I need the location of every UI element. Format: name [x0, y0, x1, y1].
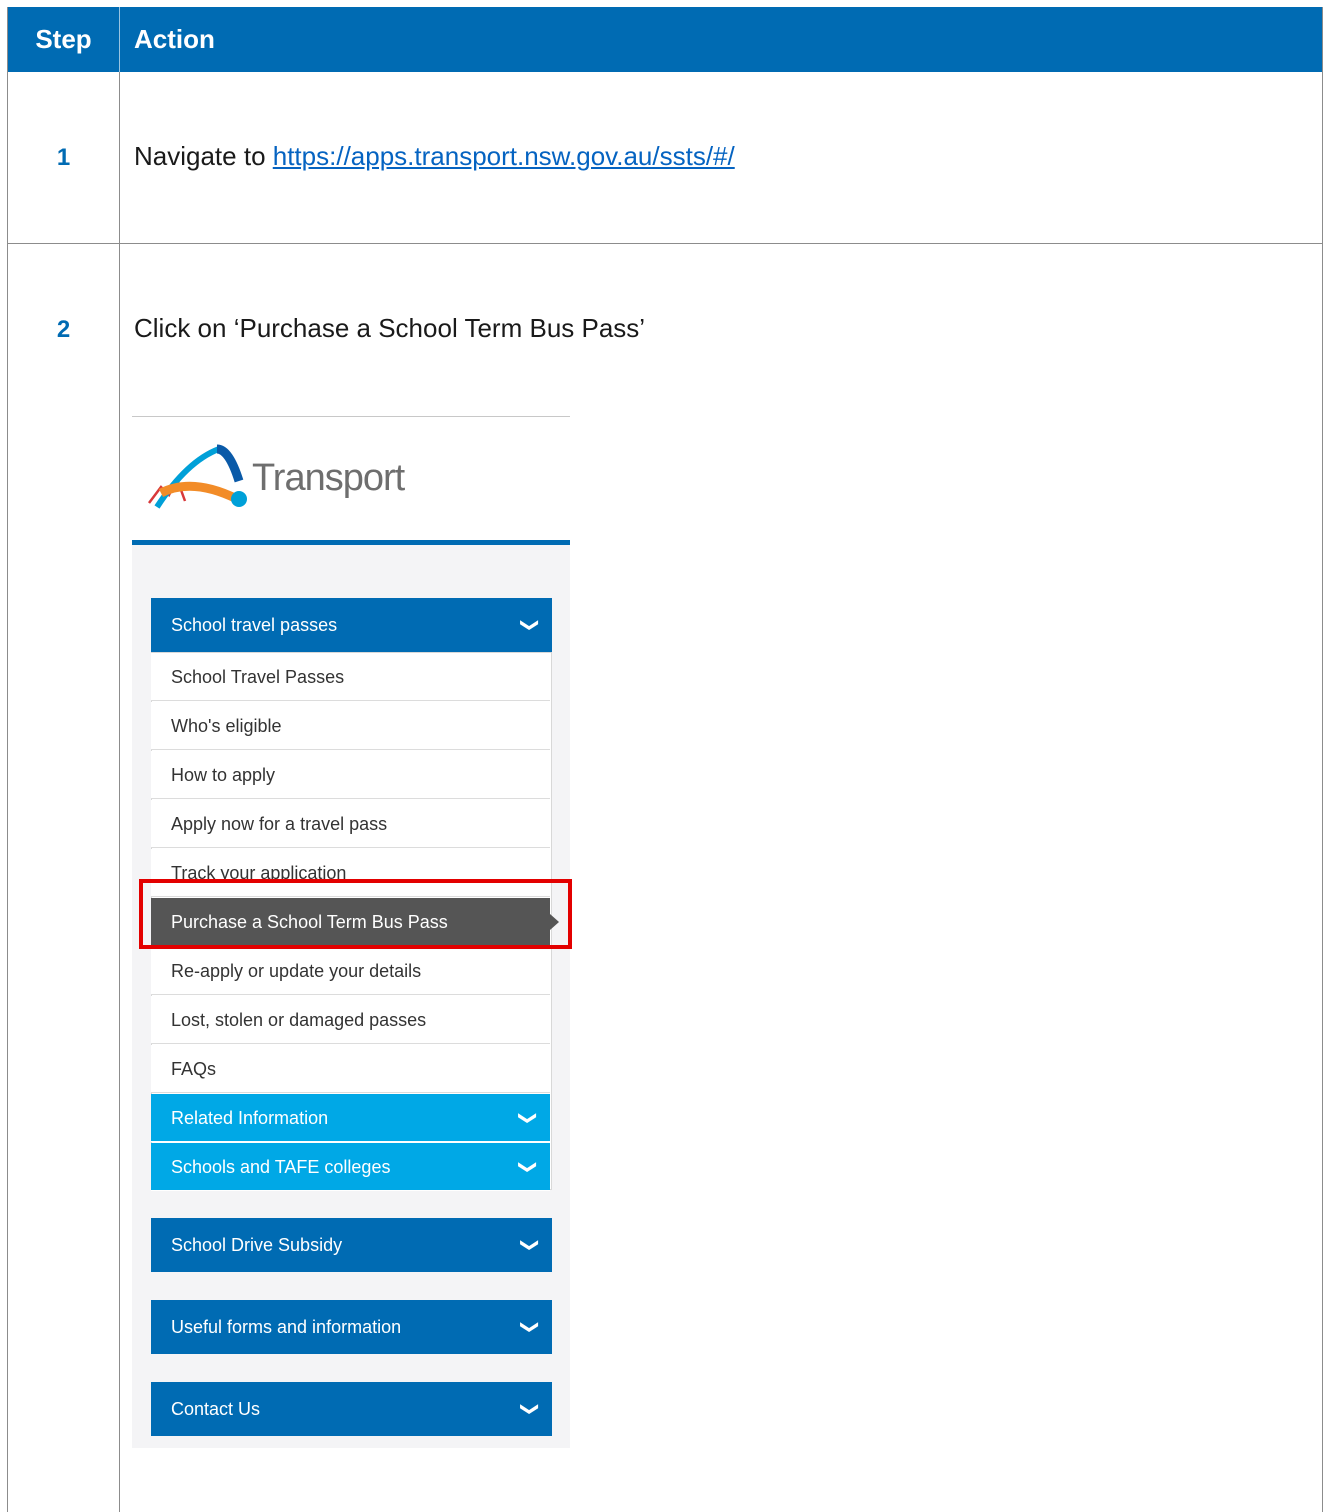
transport-logo-icon	[148, 444, 247, 509]
row-divider	[8, 243, 1322, 244]
nav-item-whos-eligible[interactable]: Who's eligible	[151, 702, 550, 750]
section-header-contact-us[interactable]: Contact Us ❯	[151, 1382, 552, 1436]
header-divider	[119, 7, 120, 72]
column-divider	[119, 72, 120, 1512]
nav-item-reapply[interactable]: Re-apply or update your details	[151, 947, 550, 995]
nav-item-school-travel-passes[interactable]: School Travel Passes	[151, 653, 550, 701]
section-label: Contact Us	[171, 1399, 261, 1419]
header-action: Action	[134, 24, 215, 54]
nav-sub-label: Related Information	[171, 1108, 329, 1128]
nav-item-lost-passes[interactable]: Lost, stolen or damaged passes	[151, 996, 550, 1044]
logo-text: Transport	[252, 457, 405, 499]
step-number-2: 2	[56, 316, 71, 343]
nav-sub-related-information[interactable]: Related Information ❯	[151, 1094, 550, 1142]
section-header-school-drive-subsidy[interactable]: School Drive Subsidy ❯	[151, 1218, 552, 1272]
nav-sub-schools-tafe[interactable]: Schools and TAFE colleges ❯	[151, 1143, 550, 1191]
nav-sub-label: Schools and TAFE colleges	[171, 1157, 391, 1177]
logo-area: Transport	[132, 417, 570, 540]
section-label: School Drive Subsidy	[171, 1235, 343, 1255]
step-2-text: Click on ‘Purchase a School Term Bus Pas…	[134, 313, 646, 343]
chevron-down-icon: ❯	[520, 1237, 541, 1253]
table-header-row: Step Action	[8, 7, 1322, 72]
highlight-box	[139, 879, 572, 949]
nav-item-how-to-apply[interactable]: How to apply	[151, 751, 550, 799]
chevron-down-icon: ❯	[518, 1159, 539, 1175]
chevron-down-icon: ❯	[518, 1110, 539, 1126]
step-1-text: Navigate to https://apps.transport.nsw.g…	[134, 141, 735, 172]
chevron-down-icon: ❯	[520, 1319, 541, 1335]
header-step: Step	[35, 24, 92, 54]
chevron-down-icon: ❯	[520, 1401, 541, 1417]
section-header-school-travel-passes[interactable]: School travel passes ❯	[151, 598, 552, 652]
ssts-link[interactable]: https://apps.transport.nsw.gov.au/ssts/#…	[273, 141, 735, 171]
step-number-1: 1	[56, 144, 71, 171]
step-1-prefix: Navigate to	[134, 141, 273, 171]
section-header-useful-forms[interactable]: Useful forms and information ❯	[151, 1300, 552, 1354]
logo-underline	[132, 540, 570, 545]
instruction-table: Step Action 1 Navigate to https://apps.t…	[7, 7, 1323, 1512]
section-label: Useful forms and information	[171, 1317, 402, 1337]
section-label: School travel passes	[171, 615, 338, 635]
nav-item-faqs[interactable]: FAQs	[151, 1045, 550, 1093]
chevron-down-icon: ❯	[520, 617, 541, 633]
nav-item-apply-now[interactable]: Apply now for a travel pass	[151, 800, 550, 848]
